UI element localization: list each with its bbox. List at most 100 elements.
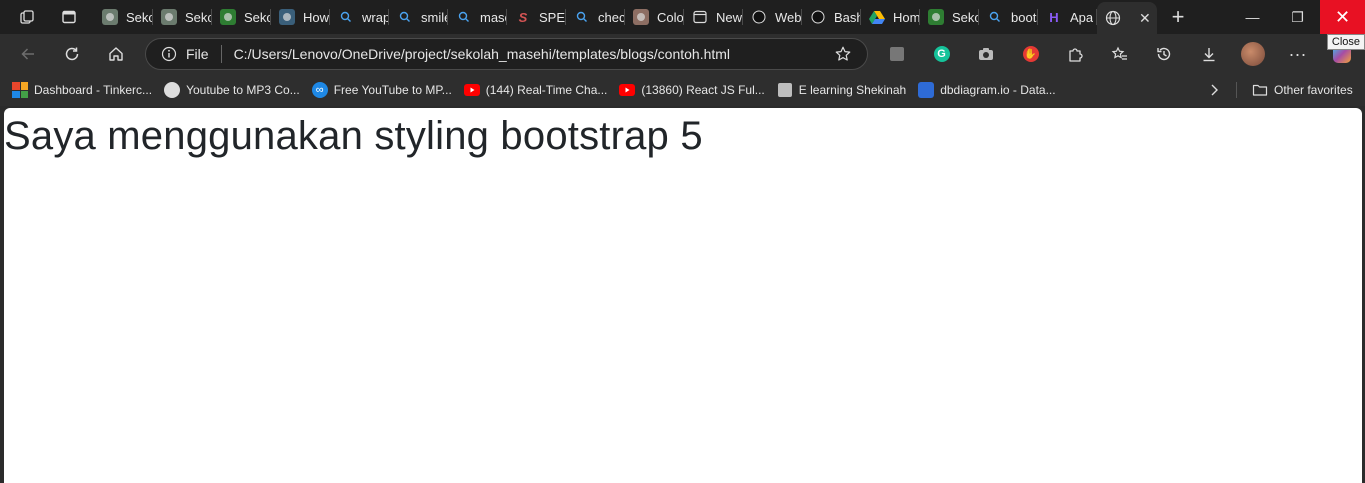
tab[interactable]: Color: [625, 0, 684, 34]
favicon-newtab: [692, 9, 708, 25]
tab[interactable]: smile: [389, 0, 448, 34]
tab[interactable]: Web: [743, 0, 802, 34]
audio-wave-icon: [164, 82, 181, 98]
home-button[interactable]: [98, 38, 134, 70]
back-button[interactable]: [10, 38, 46, 70]
workspaces-icon[interactable]: [12, 2, 42, 32]
refresh-icon: [65, 47, 79, 61]
favicon-w3: [279, 9, 295, 25]
window-close-button[interactable]: ✕: [1320, 0, 1365, 34]
tab-label: boots: [1011, 9, 1038, 25]
tab-label: Color: [657, 9, 684, 25]
tab-label: Web: [775, 9, 802, 25]
favicon-sekolah-1: [102, 9, 118, 25]
bookmark-label: (144) Real-Time Cha...: [485, 83, 608, 97]
tab-label: Sekolah: [185, 9, 212, 25]
vertical-tabs-icon[interactable]: [54, 2, 84, 32]
history-icon[interactable]: [1146, 38, 1182, 70]
search-icon: [574, 9, 590, 25]
tab-label: wrap: [362, 9, 389, 25]
dbdiagram-icon: [918, 82, 935, 98]
grammarly-icon[interactable]: G: [924, 38, 960, 70]
favicon-google-drive: [869, 9, 885, 25]
bookmark-label: Dashboard - Tinkerc...: [34, 83, 153, 97]
refresh-button[interactable]: [54, 38, 90, 70]
tab[interactable]: wrap: [330, 0, 389, 34]
tab[interactable]: Sekolah: [212, 0, 271, 34]
tab-label: smile: [421, 9, 448, 25]
elearning-icon: [777, 82, 793, 98]
bookmark-label: E learning Shekinah: [798, 83, 907, 97]
info-icon[interactable]: [160, 45, 178, 63]
bookmarks-divider: [1236, 82, 1237, 98]
favorites-icon[interactable]: [1102, 38, 1138, 70]
folder-icon: [1252, 82, 1268, 98]
bookmark-item[interactable]: Dashboard - Tinkerc...: [6, 77, 158, 103]
tab-active[interactable]: ✕: [1097, 2, 1157, 34]
tab[interactable]: Sekolah: [94, 0, 153, 34]
search-icon: [456, 9, 472, 25]
tab-label: Sekolah: [244, 9, 271, 25]
restore-button[interactable]: ❐: [1275, 0, 1320, 34]
scheme-label[interactable]: File: [186, 46, 209, 62]
tab[interactable]: Sekolah: [920, 0, 979, 34]
other-favorites-label: Other favorites: [1274, 83, 1353, 97]
chevron-right-icon[interactable]: [1204, 78, 1224, 102]
bookmark-item[interactable]: (144) Real-Time Cha...: [458, 77, 614, 103]
favorite-star-icon[interactable]: [833, 45, 853, 63]
tab-label: Sekolah: [952, 9, 979, 25]
tab[interactable]: S SPEM: [507, 0, 566, 34]
bookmark-item[interactable]: dbdiagram.io - Data...: [912, 77, 1061, 103]
search-icon: [397, 9, 413, 25]
tab[interactable]: New: [684, 0, 743, 34]
tab[interactable]: boots: [979, 0, 1038, 34]
minimize-button[interactable]: —: [1230, 0, 1275, 34]
camera-icon[interactable]: [968, 38, 1004, 70]
tab-label: Sekolah: [126, 9, 153, 25]
bookmarks-bar: Dashboard - Tinkerc... Youtube to MP3 Co.…: [0, 74, 1365, 106]
bookmark-item[interactable]: ∞ Free YouTube to MP...: [306, 77, 458, 103]
favicon-github: [751, 9, 767, 25]
url-text[interactable]: C:/Users/Lenovo/OneDrive/project/sekolah…: [234, 46, 833, 62]
page-heading: Saya menggunakan styling bootstrap 5: [4, 114, 703, 158]
tab[interactable]: check: [566, 0, 625, 34]
tab-label: Bash: [834, 9, 861, 25]
infinity-icon: ∞: [311, 82, 328, 98]
tab-label: How: [303, 9, 330, 25]
tab-label: New: [716, 9, 743, 25]
adblock-icon[interactable]: ✋: [1013, 38, 1049, 70]
close-tab-button[interactable]: ✕: [1139, 10, 1151, 27]
extension-gray-icon[interactable]: [879, 38, 915, 70]
tab[interactable]: Home: [861, 0, 920, 34]
bookmark-label: Youtube to MP3 Co...: [186, 83, 300, 97]
window-controls: — ❐ ✕: [1230, 0, 1365, 34]
tab[interactable]: masehi: [448, 0, 507, 34]
bookmark-item[interactable]: (13860) React JS Ful...: [613, 77, 770, 103]
bookmark-label: dbdiagram.io - Data...: [940, 83, 1056, 97]
extensions-puzzle-icon[interactable]: [1057, 38, 1093, 70]
tab[interactable]: Bash: [802, 0, 861, 34]
bookmark-list: Dashboard - Tinkerc... Youtube to MP3 Co.…: [6, 77, 1062, 103]
tab[interactable]: How: [271, 0, 330, 34]
bookmark-item[interactable]: E learning Shekinah: [771, 77, 912, 103]
profile-avatar[interactable]: [1235, 38, 1271, 70]
tab-label: Home: [893, 9, 920, 25]
close-tooltip: Close: [1326, 34, 1365, 50]
address-bar[interactable]: File C:/Users/Lenovo/OneDrive/project/se…: [145, 38, 868, 70]
new-tab-button[interactable]: +: [1163, 2, 1193, 32]
favicon-sekolah-4: [928, 9, 944, 25]
tab-strip: SekolahSekolahSekolahHowwrapsmilemasehiS…: [0, 0, 1365, 34]
bookmark-item[interactable]: Youtube to MP3 Co...: [158, 77, 306, 103]
globe-icon: [1105, 10, 1121, 26]
tab-label: SPEM: [539, 9, 566, 25]
downloads-icon[interactable]: [1191, 38, 1227, 70]
favicon-color: [633, 9, 649, 25]
tinkercad-icon: [12, 82, 28, 98]
more-menu-icon[interactable]: ···: [1280, 38, 1316, 70]
search-icon: [987, 9, 1003, 25]
address-divider: [220, 45, 222, 63]
arrow-left-icon: [21, 48, 34, 60]
other-favorites-folder[interactable]: Other favorites: [1246, 77, 1359, 103]
tab[interactable]: H Apa: [1038, 0, 1097, 34]
tab[interactable]: Sekolah: [153, 0, 212, 34]
